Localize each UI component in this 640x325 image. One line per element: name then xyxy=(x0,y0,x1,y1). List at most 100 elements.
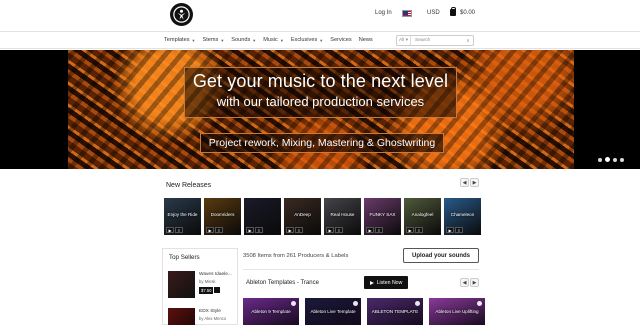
release-controls: ▶ ≡ xyxy=(326,227,343,233)
top-sellers-panel: Top Sellers Waves Idaele... by Minsk $7.… xyxy=(162,248,238,325)
banner-headline: Get your music to the next level with ou… xyxy=(184,67,457,118)
new-releases-carousel: Enjoy the Ride ▶ ≡ Doomriders ▶ ≡ ▶ ≡ AnDeep ▶ ≡ Re… xyxy=(164,198,481,235)
release-caption: AnDeep xyxy=(294,212,311,217)
chevron-down-icon: ▼ xyxy=(319,37,324,43)
search-scope-select[interactable]: All ▾ xyxy=(397,36,411,45)
favorite-icon[interactable] xyxy=(415,301,420,306)
play-icon[interactable]: ▶ xyxy=(446,227,454,233)
chevron-down-icon: ▼ xyxy=(220,37,225,43)
release-tile[interactable]: FUNKY SAX ▶ ≡ xyxy=(364,198,401,235)
release-controls: ▶ ≡ xyxy=(366,227,383,233)
carousel-dots xyxy=(598,157,624,162)
release-tile[interactable]: Doomriders ▶ ≡ xyxy=(204,198,241,235)
upload-sounds-button[interactable]: Upload your sounds xyxy=(403,248,479,263)
nav-item-stems[interactable]: Stems ▼ xyxy=(202,37,224,43)
nav-item-services[interactable]: Services xyxy=(330,37,351,43)
menu-icon[interactable]: ≡ xyxy=(415,227,423,233)
chevron-down-icon: ▼ xyxy=(279,37,284,43)
us-flag-icon[interactable] xyxy=(402,10,412,17)
chevron-right-icon[interactable]: ▶ xyxy=(470,178,479,187)
product-tile[interactable]: Ableton Live Template xyxy=(305,298,361,325)
shopping-bag-icon[interactable] xyxy=(450,7,456,16)
release-controls: ▶ ≡ xyxy=(406,227,423,233)
carousel-dot[interactable] xyxy=(613,157,617,162)
product-caption: Ableton Live Uplifting xyxy=(435,309,479,314)
search-icon[interactable]: ⌕ xyxy=(463,38,473,44)
add-to-cart-icon[interactable] xyxy=(214,287,220,293)
product-tile[interactable]: Ableton Live Uplifting xyxy=(429,298,485,325)
top-seller-name[interactable]: Waves Idaele... xyxy=(199,272,232,277)
release-controls: ▶ ≡ xyxy=(446,227,463,233)
release-tile[interactable]: AnDeep ▶ ≡ xyxy=(284,198,321,235)
listen-now-button[interactable]: Listen Now xyxy=(364,276,408,289)
menu-icon[interactable]: ≡ xyxy=(455,227,463,233)
play-icon[interactable]: ▶ xyxy=(286,227,294,233)
top-seller-author[interactable]: by Alex Menco xyxy=(199,316,226,321)
favorite-icon[interactable] xyxy=(477,301,482,306)
release-tile[interactable]: Analogfeel ▶ ≡ xyxy=(404,198,441,235)
product-tile[interactable]: Ableton 9 Template xyxy=(243,298,299,325)
currency-selector[interactable]: USD xyxy=(427,10,440,16)
chevron-right-icon[interactable]: ▶ xyxy=(470,278,479,287)
favorite-icon[interactable] xyxy=(353,301,358,306)
chevron-left-icon[interactable]: ◀ xyxy=(460,178,469,187)
search-input[interactable]: Search xyxy=(411,38,463,43)
banner-headline-line2: with our tailored production services xyxy=(216,94,425,109)
top-seller-author[interactable]: by Minsk xyxy=(199,279,216,284)
menu-icon[interactable]: ≡ xyxy=(175,227,183,233)
nav-item-music[interactable]: Music ▼ xyxy=(263,37,284,43)
play-icon[interactable]: ▶ xyxy=(206,227,214,233)
banner-subline[interactable]: Project rework, Mixing, Mastering & Ghos… xyxy=(200,133,444,153)
top-seller-name[interactable]: EDX Style xyxy=(199,309,221,314)
nav-item-sounds[interactable]: Sounds ▼ xyxy=(231,37,256,43)
release-caption: Doomriders xyxy=(210,212,235,217)
banner-headline-line1: Get your music to the next level xyxy=(192,71,449,91)
chevron-left-icon[interactable]: ◀ xyxy=(460,278,469,287)
top-seller-item[interactable]: Waves Idaele... by Minsk $7.50 xyxy=(168,271,236,301)
release-controls: ▶ ≡ xyxy=(286,227,303,233)
category-title[interactable]: Ableton Templates - Trance xyxy=(246,280,319,286)
nav-item-news[interactable]: News xyxy=(359,37,373,43)
product-caption: Ableton Live Template xyxy=(310,309,356,314)
product-caption: ABLETON TEMPLATE xyxy=(371,309,419,314)
main-nav-bar: Templates ▼ Stems ▼ Sounds ▼ Music ▼ Exclusi… xyxy=(0,31,640,49)
release-tile[interactable]: Chameleon ▶ ≡ xyxy=(444,198,481,235)
cart-total[interactable]: $0.00 xyxy=(460,10,475,16)
top-seller-thumbnail[interactable] xyxy=(168,271,195,298)
top-header: Log In USD $0.00 xyxy=(0,0,640,30)
release-tile[interactable]: Real House ▶ ≡ xyxy=(324,198,361,235)
play-icon[interactable]: ▶ xyxy=(166,227,174,233)
menu-icon[interactable]: ≡ xyxy=(255,227,263,233)
release-tile[interactable]: ▶ ≡ xyxy=(244,198,281,235)
release-caption: Enjoy the Ride xyxy=(167,212,198,217)
play-icon[interactable]: ▶ xyxy=(366,227,374,233)
person-logo-icon[interactable] xyxy=(170,3,193,26)
menu-icon[interactable]: ≡ xyxy=(295,227,303,233)
nav-item-templates[interactable]: Templates ▼ xyxy=(164,37,195,43)
carousel-dot-active[interactable] xyxy=(605,157,610,162)
release-caption: Analogfeel xyxy=(411,212,434,217)
login-link[interactable]: Log In xyxy=(375,10,392,16)
release-caption: Chameleon xyxy=(450,212,475,217)
product-tile[interactable]: ABLETON TEMPLATE xyxy=(367,298,423,325)
release-controls: ▶ ≡ xyxy=(246,227,263,233)
search-bar: All ▾ Search ⌕ xyxy=(396,35,474,46)
top-seller-item[interactable]: EDX Style by Alex Menco xyxy=(168,308,236,325)
favorite-icon[interactable] xyxy=(291,301,296,306)
new-releases-arrows: ◀ ▶ xyxy=(460,178,479,187)
carousel-dot[interactable] xyxy=(620,157,624,162)
product-caption: Ableton 9 Template xyxy=(251,309,291,314)
menu-icon[interactable]: ≡ xyxy=(335,227,343,233)
menu-icon[interactable]: ≡ xyxy=(215,227,223,233)
release-controls: ▶ ≡ xyxy=(206,227,223,233)
top-seller-thumbnail[interactable] xyxy=(168,308,195,325)
release-tile[interactable]: Enjoy the Ride ▶ ≡ xyxy=(164,198,201,235)
main-nav: Templates ▼ Stems ▼ Sounds ▼ Music ▼ Exclusi… xyxy=(164,37,373,43)
nav-item-exclusives[interactable]: Exclusives ▼ xyxy=(291,37,323,43)
play-icon[interactable]: ▶ xyxy=(326,227,334,233)
carousel-dot[interactable] xyxy=(598,157,602,162)
play-icon[interactable]: ▶ xyxy=(406,227,414,233)
menu-icon[interactable]: ≡ xyxy=(375,227,383,233)
play-icon[interactable]: ▶ xyxy=(246,227,254,233)
category-arrows: ◀ ▶ xyxy=(460,278,479,287)
